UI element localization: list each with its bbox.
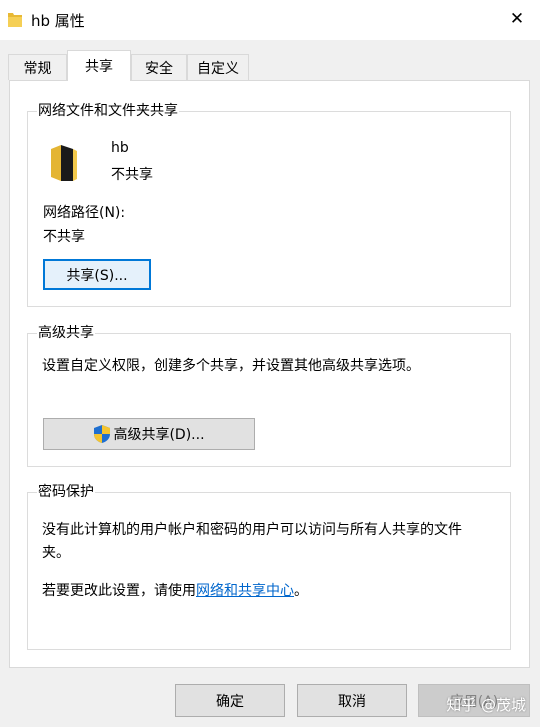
network-path-value: 不共享: [43, 229, 85, 245]
tab-customize[interactable]: 自定义: [187, 54, 249, 80]
advanced-sharing-button-label: 高级共享(D)...: [113, 427, 205, 443]
network-sharing-center-link[interactable]: 网络和共享中心: [196, 583, 294, 599]
network-sharing-group: 网络文件和文件夹共享 hb 不共享 网络路径(N): 不共享 共享(S)...: [27, 102, 511, 307]
password-protection-group: 密码保护 没有此计算机的用户帐户和密码的用户可以访问与所有人共享的文件 夹。 若…: [27, 483, 511, 650]
change-setting-prefix: 若要更改此设置，请使用: [42, 583, 196, 599]
folder-icon: [51, 145, 77, 181]
group-title: 高级共享: [37, 324, 95, 342]
share-button[interactable]: 共享(S)...: [43, 259, 151, 290]
cancel-button-label: 取消: [338, 693, 366, 710]
tab-panel: 网络文件和文件夹共享 hb 不共享 网络路径(N): 不共享 共享(S)... …: [9, 80, 530, 668]
ok-button[interactable]: 确定: [175, 684, 285, 717]
tab-sharing[interactable]: 共享: [67, 50, 131, 81]
share-button-label: 共享(S)...: [66, 267, 128, 284]
change-setting-suffix: 。: [294, 583, 308, 599]
folder-name: hb: [111, 140, 129, 156]
advanced-sharing-button[interactable]: 高级共享(D)...: [43, 418, 255, 450]
share-status: 不共享: [111, 167, 153, 183]
folder-icon: [8, 13, 22, 27]
title-bar: hb 属性 ✕: [0, 0, 540, 40]
tab-security[interactable]: 安全: [131, 54, 187, 80]
tab-label: 共享: [85, 59, 113, 75]
group-title: 网络文件和文件夹共享: [37, 102, 179, 120]
close-button[interactable]: ✕: [506, 8, 528, 30]
network-path-label: 网络路径(N):: [43, 205, 126, 221]
advanced-description: 设置自定义权限，创建多个共享，并设置其他高级共享选项。: [42, 358, 420, 374]
watermark: 知乎 @茂城: [446, 696, 526, 714]
window-title: hb 属性: [31, 12, 85, 30]
close-icon: ✕: [509, 9, 525, 29]
tab-general[interactable]: 常规: [8, 54, 67, 80]
change-setting-text: 若要更改此设置，请使用网络和共享中心。: [42, 580, 308, 600]
password-description-line2: 夹。: [42, 545, 70, 561]
uac-shield-icon: [94, 425, 111, 443]
password-description-line1: 没有此计算机的用户帐户和密码的用户可以访问与所有人共享的文件: [42, 522, 462, 538]
advanced-sharing-group: 高级共享 设置自定义权限，创建多个共享，并设置其他高级共享选项。 高级共享(D)…: [27, 324, 511, 467]
tab-label: 安全: [145, 60, 173, 77]
tab-label: 自定义: [197, 60, 239, 77]
tab-label: 常规: [23, 60, 52, 77]
cancel-button[interactable]: 取消: [297, 684, 407, 717]
ok-button-label: 确定: [216, 693, 244, 710]
group-title: 密码保护: [37, 483, 95, 501]
